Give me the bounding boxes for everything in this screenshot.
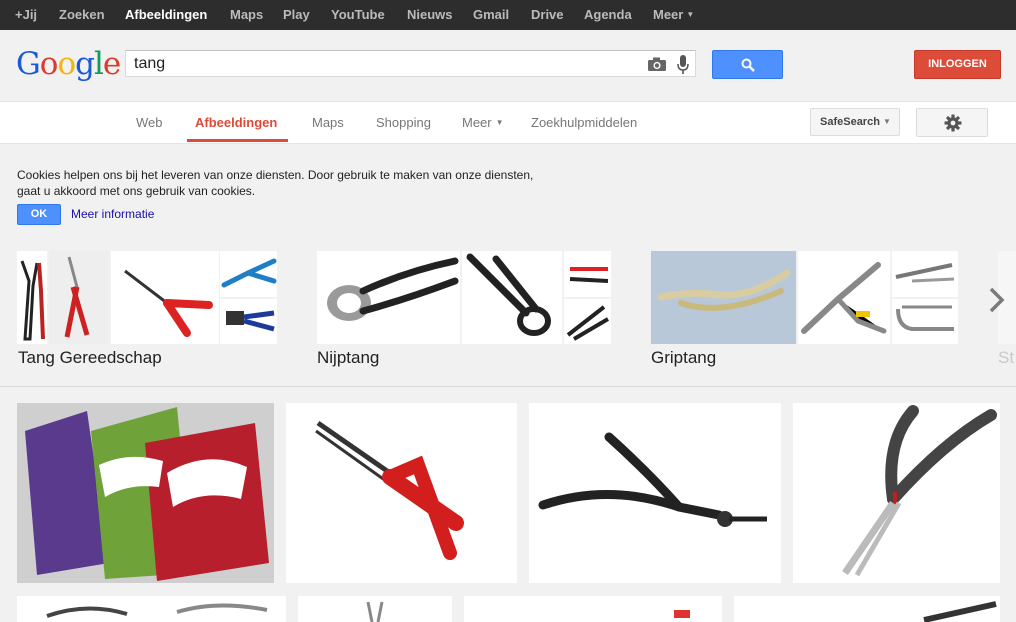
search-tabs: Web Afbeeldingen Maps Shopping Meer ▼ Zoe… bbox=[0, 102, 1016, 144]
cookie-more-info-link[interactable]: Meer informatie bbox=[71, 207, 154, 221]
tab-zoekhulpmiddelen[interactable]: Zoekhulpmiddelen bbox=[531, 115, 637, 130]
result-image[interactable] bbox=[464, 596, 722, 622]
topnav-drive[interactable]: Drive bbox=[531, 7, 564, 22]
topnav-maps[interactable]: Maps bbox=[230, 7, 263, 22]
login-button[interactable]: INLOGGEN bbox=[914, 50, 1001, 79]
topnav-zoeken[interactable]: Zoeken bbox=[59, 7, 105, 22]
settings-button[interactable] bbox=[916, 108, 988, 137]
related-image[interactable] bbox=[798, 251, 890, 344]
tab-web[interactable]: Web bbox=[136, 115, 163, 130]
result-image-black-pliers[interactable] bbox=[529, 403, 781, 583]
camera-icon[interactable] bbox=[648, 57, 666, 71]
safesearch-label: SafeSearch bbox=[820, 116, 880, 128]
related-image[interactable] bbox=[317, 251, 460, 344]
google-logo[interactable]: Google bbox=[16, 44, 121, 84]
caret-down-icon: ▼ bbox=[495, 118, 504, 127]
topnav-nieuws[interactable]: Nieuws bbox=[407, 7, 453, 22]
topnav-play[interactable]: Play bbox=[283, 7, 310, 22]
search-button[interactable] bbox=[712, 50, 783, 79]
related-image[interactable] bbox=[220, 251, 277, 297]
related-search-label: Nijptang bbox=[317, 348, 380, 367]
related-image[interactable] bbox=[462, 251, 562, 344]
tab-afbeeldingen[interactable]: Afbeeldingen bbox=[195, 115, 277, 130]
related-image[interactable] bbox=[49, 251, 109, 344]
related-image[interactable] bbox=[564, 299, 611, 344]
tab-meer-label: Meer bbox=[462, 115, 492, 130]
search-icon bbox=[741, 58, 755, 72]
related-image[interactable] bbox=[564, 251, 611, 297]
result-image-stainless-pliers[interactable] bbox=[793, 403, 1000, 583]
topnav-gmail[interactable]: Gmail bbox=[473, 7, 509, 22]
related-image[interactable] bbox=[17, 251, 47, 344]
result-image[interactable] bbox=[298, 596, 452, 622]
topnav-afbeeldingen[interactable]: Afbeeldingen bbox=[125, 7, 207, 22]
related-image[interactable] bbox=[111, 251, 219, 344]
related-search-label: Griptang bbox=[651, 348, 717, 367]
header: Google INLOGGEN bbox=[0, 30, 1016, 102]
result-image[interactable] bbox=[17, 596, 286, 622]
tab-meer[interactable]: Meer ▼ bbox=[462, 115, 504, 130]
safesearch-dropdown[interactable]: SafeSearch ▼ bbox=[810, 108, 900, 136]
cookie-notice-text: Cookies helpen ons bij het leveren van o… bbox=[17, 168, 534, 198]
related-image[interactable] bbox=[892, 251, 958, 297]
caret-down-icon: ▼ bbox=[882, 117, 891, 126]
chevron-right-icon[interactable] bbox=[988, 287, 1006, 313]
top-navigation-bar: +Jij Zoeken Afbeeldingen Maps Play YouTu… bbox=[0, 0, 1016, 30]
related-image[interactable] bbox=[220, 299, 277, 344]
result-image-red-pliers[interactable] bbox=[286, 403, 517, 583]
related-image[interactable] bbox=[651, 251, 796, 344]
related-image[interactable] bbox=[892, 299, 958, 344]
topnav-meer-label: Meer bbox=[653, 7, 684, 22]
related-search-label: St bbox=[998, 348, 1015, 367]
search-input[interactable] bbox=[134, 54, 634, 74]
topnav-meer[interactable]: Meer ▼ bbox=[653, 7, 694, 22]
topnav-agenda[interactable]: Agenda bbox=[584, 7, 632, 22]
search-box bbox=[125, 50, 696, 77]
gear-icon bbox=[944, 114, 962, 132]
active-tab-indicator bbox=[187, 139, 288, 142]
caret-down-icon: ▼ bbox=[686, 10, 695, 19]
tab-maps[interactable]: Maps bbox=[312, 115, 344, 130]
result-image-tang-drink[interactable] bbox=[17, 403, 274, 583]
topnav-youtube[interactable]: YouTube bbox=[331, 7, 385, 22]
section-divider bbox=[0, 386, 1016, 387]
topnav-plus-jij[interactable]: +Jij bbox=[15, 7, 37, 22]
cookie-ok-button[interactable]: OK bbox=[17, 204, 61, 225]
result-image[interactable] bbox=[734, 596, 1000, 622]
tab-shopping[interactable]: Shopping bbox=[376, 115, 431, 130]
microphone-icon[interactable] bbox=[677, 55, 689, 74]
related-search-label: Tang Gereedschap bbox=[18, 348, 162, 367]
